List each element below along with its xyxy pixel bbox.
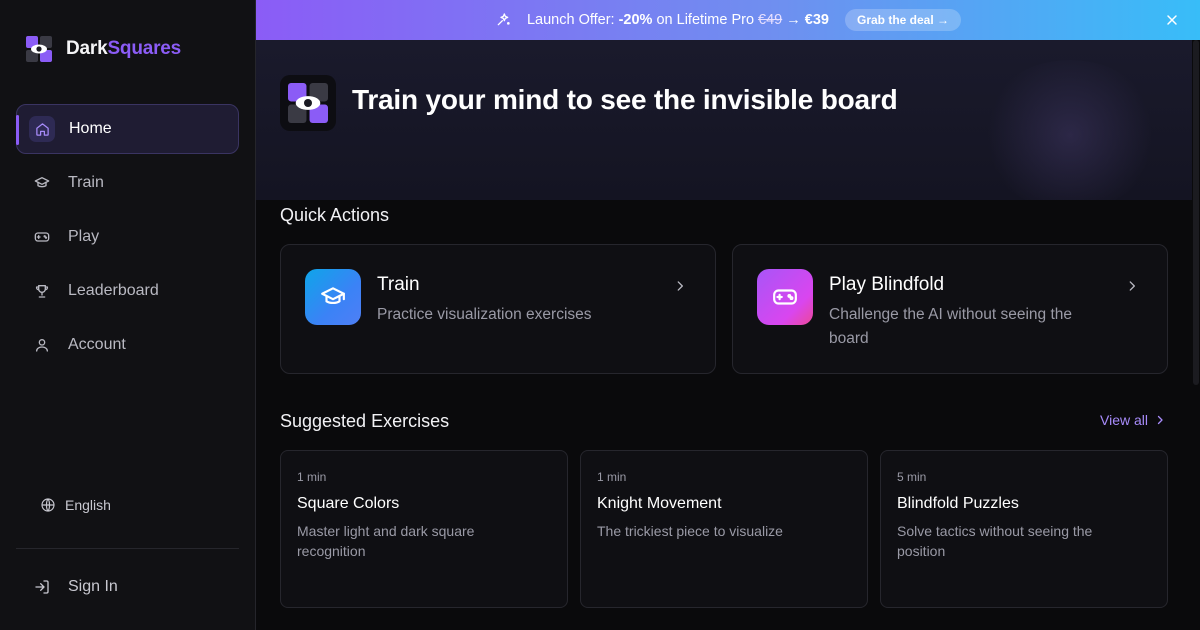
exercise-duration: 1 min: [597, 470, 627, 484]
action-title: Play Blindfold: [829, 274, 945, 295]
scrollbar-thumb[interactable]: [1193, 40, 1199, 385]
sign-in-label: Sign In: [68, 578, 118, 595]
hero-glow: [980, 60, 1160, 200]
sign-in-button[interactable]: Sign In: [34, 578, 118, 596]
sidebar: DarkSquares Home Train Play Leaderboard: [0, 0, 256, 630]
banner-arrow: →: [782, 12, 805, 28]
promo-banner: Launch Offer: -20% on Lifetime Pro €49 →…: [256, 0, 1200, 40]
trophy-icon: [34, 283, 50, 299]
graduation-cap-icon: [34, 175, 50, 191]
exercise-title: Blindfold Puzzles: [897, 495, 1019, 512]
logo-icon: [26, 36, 52, 62]
language-label: English: [65, 497, 111, 513]
hero: Train your mind to see the invisible boa…: [256, 40, 1200, 200]
sidebar-item-label: Train: [68, 174, 104, 191]
play-blindfold-action-card[interactable]: Play Blindfold Challenge the AI without …: [732, 244, 1168, 374]
banner-discount: -20%: [618, 12, 653, 28]
logo-icon: [288, 83, 328, 123]
brand-name: DarkSquares: [66, 38, 182, 59]
action-description: Challenge the AI without seeing the boar…: [829, 306, 1073, 347]
sidebar-item-play[interactable]: Play: [16, 212, 239, 262]
action-description: Practice visualization exercises: [377, 306, 592, 323]
sidebar-item-label: Play: [68, 228, 100, 245]
globe-icon: [41, 498, 55, 512]
exercise-card-blindfold-puzzles[interactable]: 5 min Blindfold Puzzles Solve tactics wi…: [880, 450, 1168, 608]
suggested-exercises-title: Suggested Exercises: [280, 411, 450, 431]
sidebar-item-leaderboard[interactable]: Leaderboard: [16, 266, 239, 316]
exercise-card-knight-movement[interactable]: 1 min Knight Movement The trickiest piec…: [580, 450, 868, 608]
graduation-cap-icon: [305, 269, 361, 325]
hero-logo: [280, 75, 336, 131]
sidebar-nav: Home Train Play Leaderboard Account: [16, 104, 239, 374]
banner-middle: on Lifetime Pro: [652, 12, 759, 28]
exercise-title: Knight Movement: [597, 495, 722, 512]
hero-title: Train your mind to see the invisible boa…: [352, 84, 898, 115]
sidebar-item-home[interactable]: Home: [16, 104, 239, 154]
exercise-title: Square Colors: [297, 495, 400, 512]
view-all-link[interactable]: View all: [1100, 412, 1166, 428]
chevron-right-icon: [1157, 415, 1163, 425]
chevron-right-icon: [1129, 281, 1135, 291]
sidebar-item-label: Home: [69, 120, 112, 137]
chevron-right-icon: [677, 281, 683, 291]
sparkles-icon: [495, 12, 511, 28]
exercise-description: Master light and dark square recognition: [297, 523, 475, 559]
sidebar-item-train[interactable]: Train: [16, 158, 239, 208]
sidebar-item-account[interactable]: Account: [16, 320, 239, 370]
grab-deal-button[interactable]: Grab the deal →: [845, 9, 962, 31]
quick-actions-title: Quick Actions: [280, 205, 390, 225]
exercise-description: Solve tactics without seeing the positio…: [897, 523, 1093, 559]
sidebar-divider: [16, 548, 239, 549]
exercise-description: The trickiest piece to visualize: [597, 523, 783, 539]
sign-in-icon: [35, 580, 49, 594]
language-selector[interactable]: English: [40, 497, 111, 513]
sidebar-item-label: Account: [68, 336, 126, 353]
close-icon[interactable]: [1164, 12, 1180, 28]
train-action-card[interactable]: Train Practice visualization exercises: [280, 244, 716, 374]
home-icon: [29, 116, 55, 142]
exercise-duration: 5 min: [897, 470, 927, 484]
banner-prefix: Launch Offer:: [526, 12, 619, 28]
gamepad-icon: [757, 269, 813, 325]
brand[interactable]: DarkSquares: [26, 35, 181, 63]
sidebar-item-label: Leaderboard: [68, 282, 159, 299]
gamepad-icon: [34, 229, 50, 245]
banner-old-price: €49: [758, 12, 783, 28]
user-icon: [34, 337, 50, 353]
view-all-label: View all: [1100, 412, 1148, 428]
main-scrollbar[interactable]: [1192, 40, 1200, 630]
exercise-duration: 1 min: [297, 470, 327, 484]
banner-new-price: €39: [804, 12, 829, 28]
exercise-card-square-colors[interactable]: 1 min Square Colors Master light and dar…: [280, 450, 568, 608]
action-title: Train: [377, 274, 420, 295]
